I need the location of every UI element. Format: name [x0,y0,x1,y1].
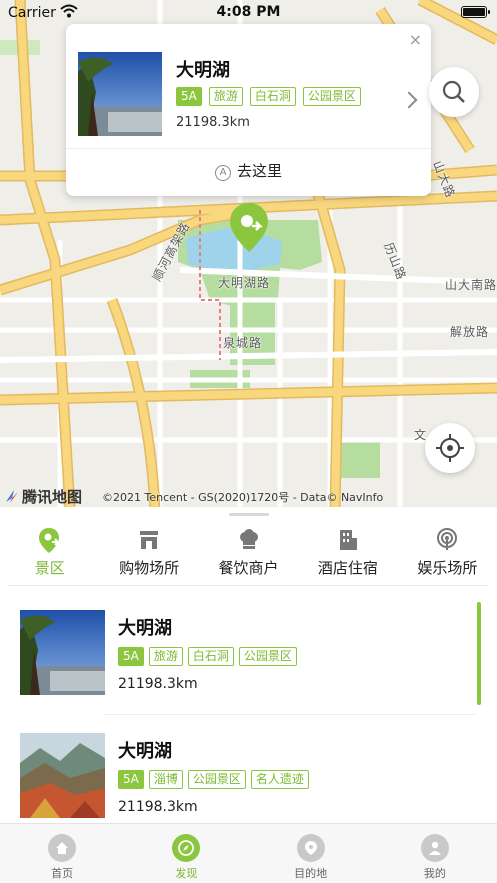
map-logo-text: 腾讯地图 [22,488,83,506]
bottom-tab-bar: 首页 发现 目的地 我的 [0,823,497,883]
poi-distance: 21198.3km [118,676,198,692]
tag: 公园景区 [187,770,246,789]
poi-info-card[interactable]: × 大明湖 5A 旅游 白石洞 公园景区 21198.3km A 去这里 [66,24,431,196]
poi-thumbnail [78,52,162,136]
category-dining[interactable]: 餐饮商户 [199,527,298,583]
compass-icon [172,834,201,862]
scenic-pin-icon [38,528,60,553]
shop-icon [140,531,159,549]
poi-title: 大明湖 [176,60,230,81]
tab-discover[interactable]: 发现 [124,824,248,883]
poi-tags: 5A 淄博 公园景区 名人遗迹 [118,770,309,789]
poi-thumbnail [20,610,105,695]
home-icon [48,834,77,862]
tag: 白石洞 [187,647,234,666]
tag: 旅游 [148,647,183,666]
tab-home[interactable]: 首页 [0,824,124,883]
tag-rating: 5A [118,647,144,666]
poi-thumbnail [20,733,105,818]
category-label: 酒店住宿 [317,559,378,577]
battery-icon [461,6,490,18]
category-label: 餐饮商户 [218,559,279,577]
status-bar: Carrier 4:08 PM [0,0,497,26]
map-label-quancheng-road: 泉城路 [223,336,263,350]
tag: 白石洞 [249,87,296,106]
scenic-location-pin[interactable] [228,202,270,258]
poi-tags: 5A 旅游 白石洞 公园景区 [118,647,297,666]
category-divider [8,585,489,586]
tag: 公园景区 [238,647,297,666]
category-scenic[interactable]: 景区 [0,527,99,583]
poi-panel: 景区 购物场所 餐饮商户 酒店住宿 娱乐场所 大明湖 5A 旅游 白石洞 公园景… [0,507,497,823]
category-hotel[interactable]: 酒店住宿 [298,527,397,583]
building-icon [339,530,357,550]
category-entertainment[interactable]: 娱乐场所 [398,527,497,583]
crosshair-icon [436,434,464,462]
tab-destination[interactable]: 目的地 [249,824,373,883]
close-icon[interactable]: × [409,30,422,49]
go-here-label: 去这里 [236,162,282,180]
scroll-indicator[interactable] [477,602,481,705]
poi-tags: 5A 旅游 白石洞 公园景区 [176,87,361,106]
tab-label: 我的 [423,867,446,880]
tag: 淄博 [148,770,183,789]
map-label-jiefang-road: 解放路 [450,325,490,339]
tag: 公园景区 [302,87,361,106]
search-button[interactable] [429,67,479,117]
map-pin-icon [230,203,268,252]
poi-title: 大明湖 [118,618,172,639]
navigation-icon: A [214,165,231,181]
poi-title: 大明湖 [118,741,172,762]
tencent-map-logo: 腾讯地图 [4,486,82,507]
user-icon [420,834,449,862]
tab-label: 首页 [51,867,74,880]
chef-hat-icon [239,529,258,549]
category-label: 娱乐场所 [417,559,478,577]
map-copyright: ©2021 Tencent - GS(2020)1720号 - Data© Na… [102,491,384,504]
tab-label: 发现 [175,867,198,880]
tab-label: 目的地 [294,867,328,880]
location-pin-icon [296,834,325,862]
poi-distance: 21198.3km [118,799,198,815]
tag: 名人遗迹 [250,770,309,789]
locate-me-button[interactable] [425,423,475,473]
drag-handle[interactable] [229,513,269,516]
broadcast-icon [437,528,458,550]
map-attribution: 腾讯地图 ©2021 Tencent - GS(2020)1720号 - Dat… [0,485,497,507]
category-label: 购物场所 [119,559,180,577]
list-divider [105,714,475,715]
category-shopping[interactable]: 购物场所 [99,527,198,583]
status-time: 4:08 PM [216,4,281,20]
category-tabs: 景区 购物场所 餐饮商户 酒店住宿 娱乐场所 [0,527,497,583]
tag-rating: 5A [118,770,144,789]
poi-distance: 21198.3km [176,115,250,130]
map-label-daminghu-road: 大明湖路 [218,276,271,290]
list-item[interactable]: 大明湖 5A 旅游 白石洞 公园景区 21198.3km [0,610,497,720]
chevron-right-icon[interactable] [400,91,418,109]
tag: 旅游 [208,87,243,106]
map-view[interactable]: 顺河高架路 大明湖路 历山路 山大路 山大南路 解放路 泉城路 文 Carrie… [0,0,497,510]
card-divider [66,148,431,149]
go-here-button[interactable]: A 去这里 [66,160,431,181]
tencent-logo-icon [6,490,18,503]
map-label-shanda-south-road: 山大南路 [445,278,497,292]
search-icon [442,80,465,103]
tag-rating: 5A [176,87,202,106]
tab-profile[interactable]: 我的 [373,824,497,883]
category-label: 景区 [34,559,65,577]
